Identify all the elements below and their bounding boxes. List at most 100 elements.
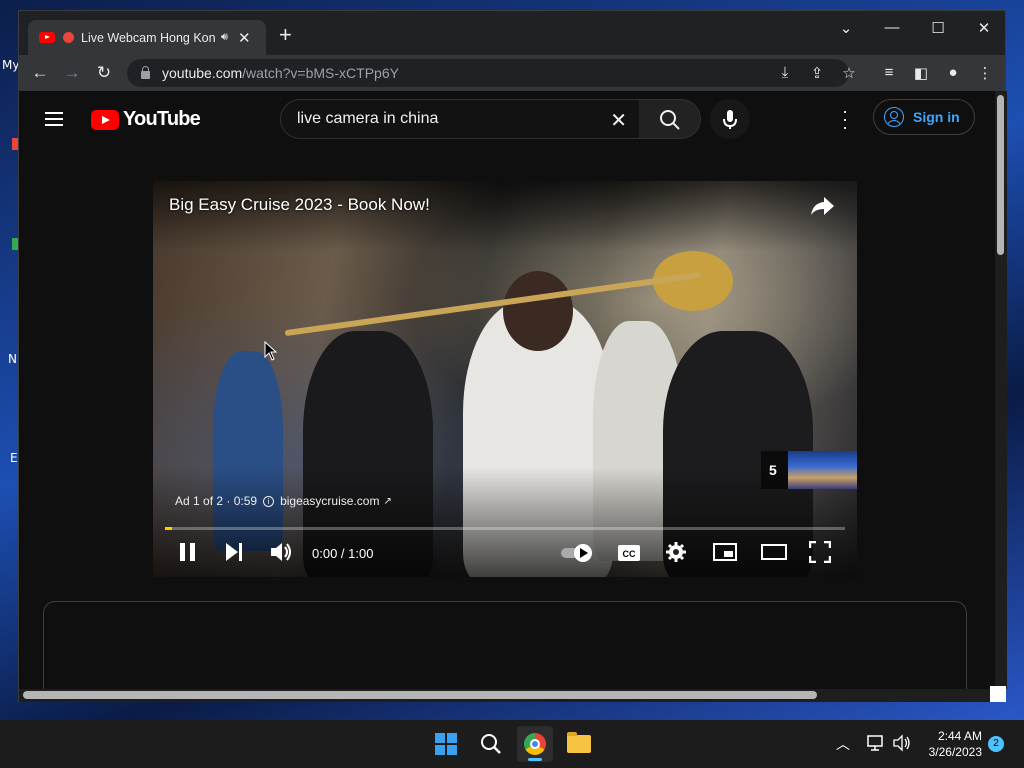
search-icon [481, 734, 501, 754]
close-tab-icon[interactable]: ✕ [238, 29, 251, 47]
youtube-logo[interactable]: YouTube [91, 108, 201, 131]
address-bar[interactable]: youtube.com/watch?v=bMS-xCTPp6Y [127, 59, 849, 87]
taskbar-search-button[interactable] [473, 726, 509, 762]
autoplay-toggle[interactable] [559, 543, 595, 568]
video-player[interactable]: Big Easy Cruise 2023 - Book Now! Ad 1 of… [153, 181, 857, 577]
fullscreen-icon [808, 540, 832, 564]
chrome-menu-icon[interactable]: ⋮ [975, 64, 995, 82]
forward-button[interactable]: → [62, 63, 82, 83]
closed-captions-icon: CC [618, 545, 640, 561]
sign-in-button[interactable]: Sign in [873, 99, 975, 135]
volume-tray-icon[interactable] [892, 734, 912, 757]
next-button[interactable] [223, 541, 245, 568]
clock-time: 2:44 AM [937, 729, 982, 743]
desktop-icon-label[interactable]: My [2, 58, 19, 72]
player-top-gradient [153, 181, 857, 251]
mouse-cursor-icon [264, 341, 278, 361]
url-host: youtube.com [162, 65, 243, 81]
theater-mode-icon [761, 544, 787, 560]
skip-ad-countdown[interactable]: 5 [761, 451, 857, 489]
windows-logo-icon [435, 733, 457, 755]
speaker-icon[interactable]: 🔊︎ [221, 31, 228, 44]
taskbar-chrome-button[interactable] [517, 726, 553, 762]
external-link-icon: ↗ [383, 495, 392, 507]
pause-button[interactable] [177, 541, 199, 568]
settings-kebab-icon[interactable]: · · · [839, 102, 851, 136]
horizontal-scrollbar[interactable] [19, 689, 995, 702]
sign-in-label: Sign in [913, 109, 960, 125]
hamburger-menu-icon[interactable] [45, 112, 63, 130]
install-app-icon[interactable]: ⤓ [775, 64, 795, 81]
maximize-button[interactable]: ☐ [923, 19, 953, 37]
theater-mode-button[interactable] [761, 541, 787, 568]
new-tab-button[interactable]: + [279, 24, 292, 46]
ad-counter: Ad 1 of 2 · 0:59 [175, 494, 258, 508]
voice-search-button[interactable] [710, 99, 750, 139]
captions-button[interactable]: CC [617, 543, 641, 568]
search-input[interactable] [297, 110, 597, 128]
notification-badge[interactable]: 2 [988, 736, 1004, 752]
chrome-logo-icon [524, 733, 546, 755]
next-video-thumbnail [788, 451, 857, 489]
bookmark-star-icon[interactable]: ☆ [839, 64, 859, 82]
share-arrow-icon[interactable] [809, 195, 835, 222]
miniplayer-button[interactable] [713, 541, 737, 568]
vertical-scrollbar[interactable] [995, 91, 1007, 689]
fullscreen-button[interactable] [808, 540, 832, 568]
horizontal-scroll-thumb[interactable] [23, 691, 817, 699]
recording-indicator-icon [63, 32, 74, 43]
skip-next-icon [226, 543, 242, 561]
video-frame-figure [503, 271, 573, 351]
settings-button[interactable] [665, 541, 687, 568]
active-app-indicator [528, 758, 542, 761]
tab-search-chevron-icon[interactable]: ⌄ [831, 19, 861, 37]
page-viewport: YouTube ✕ ··· [19, 91, 995, 689]
side-panel-icon[interactable]: ◧ [911, 64, 931, 82]
youtube-play-logo-icon [91, 109, 119, 130]
folder-icon [567, 732, 591, 753]
share-page-icon[interactable]: ⇪ [807, 64, 827, 82]
minimize-button[interactable]: — [877, 19, 907, 36]
taskbar-clock[interactable]: 2:44 AM 3/26/2023 [920, 728, 982, 760]
autoplay-toggle-icon [561, 544, 592, 562]
ad-info: Ad 1 of 2 · 0:59 i bigeasycruise.com ↗ [175, 494, 392, 508]
back-button[interactable]: ← [30, 63, 50, 83]
ad-info-icon[interactable]: i [263, 495, 275, 507]
skip-countdown-number: 5 [769, 462, 777, 478]
search-box: ✕ [280, 99, 640, 139]
reload-button[interactable]: ↻ [94, 63, 114, 83]
desktop-icon-label[interactable]: N [8, 352, 17, 366]
vertical-scroll-thumb[interactable] [997, 95, 1004, 255]
video-progress-bar[interactable] [165, 527, 845, 530]
media-controls-icon[interactable]: ≡ [879, 64, 899, 81]
lock-icon[interactable] [141, 66, 150, 79]
taskbar-file-explorer-button[interactable] [561, 726, 597, 762]
microphone-icon [723, 110, 737, 129]
url-path: /watch?v=bMS-xCTPp6Y [242, 65, 399, 81]
volume-button[interactable] [269, 541, 293, 568]
video-info-panel [43, 601, 967, 689]
miniplayer-icon [713, 543, 737, 561]
search-button[interactable] [639, 99, 701, 139]
profile-icon[interactable]: ● [943, 64, 963, 81]
browser-tab[interactable]: Live Webcam Hong Kong 🔊︎ ✕ [28, 20, 266, 55]
player-bottom-gradient [153, 467, 857, 577]
close-window-button[interactable]: ✕ [969, 19, 999, 37]
desktop-icon-label[interactable]: E [10, 451, 18, 465]
tab-title: Live Webcam Hong Kong [81, 30, 215, 45]
youtube-header: YouTube ✕ ··· [19, 91, 995, 147]
progress-fill [165, 527, 172, 530]
volume-icon [271, 543, 291, 561]
youtube-wordmark: YouTube [123, 108, 201, 130]
gear-icon [666, 542, 686, 562]
start-button[interactable] [428, 726, 464, 762]
ad-title[interactable]: Big Easy Cruise 2023 - Book Now! [169, 195, 430, 215]
chrome-window: Live Webcam Hong Kong 🔊︎ ✕ + ⌄ — ☐ ✕ ← →… [18, 10, 1007, 702]
network-icon[interactable] [866, 734, 886, 757]
advertiser-link[interactable]: bigeasycruise.com [280, 494, 379, 508]
search-icon [660, 110, 680, 130]
show-hidden-icons-chevron-icon[interactable]: ︿ [836, 734, 850, 754]
scrollbar-corner [990, 686, 1006, 702]
clear-search-icon[interactable]: ✕ [610, 108, 627, 133]
clock-date: 3/26/2023 [928, 745, 982, 759]
